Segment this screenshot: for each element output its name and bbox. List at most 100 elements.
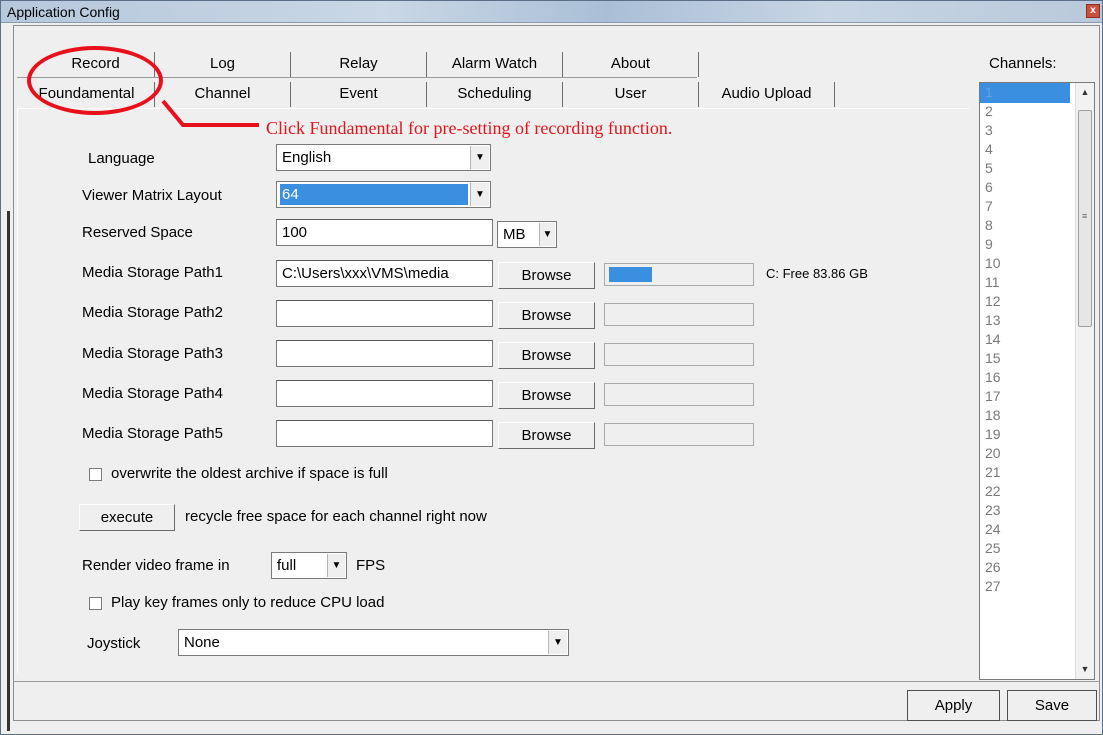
annotation-pointer <box>161 99 259 127</box>
channel-list-item[interactable]: 16 <box>980 367 1075 388</box>
tab-relay[interactable]: Relay <box>291 52 427 77</box>
keyframes-checkbox[interactable] <box>89 597 102 610</box>
chevron-down-icon[interactable]: ▼ <box>539 223 555 246</box>
reserved-space-unit-select[interactable]: MB ▼ <box>497 221 557 248</box>
storage-usage-bar-3 <box>604 343 754 366</box>
storage-path1-input[interactable]: C:\Users\xxx\VMS\media <box>276 260 493 287</box>
storage-path2-label: Media Storage Path2 <box>82 304 223 321</box>
tab-audio-upload[interactable]: Audio Upload <box>699 82 835 107</box>
channel-list-item[interactable]: 5 <box>980 158 1075 179</box>
channel-list: 1 2 3 4 5 6 7 8 9 10 11 12 13 14 15 16 17 18 19 20 21 22 23 24 2… <box>980 83 1075 597</box>
reserved-space-input[interactable]: 100 <box>276 219 493 246</box>
channel-list-item[interactable]: 11 <box>980 272 1075 293</box>
browse-button-2[interactable]: Browse <box>498 302 595 329</box>
window-title: Application Config <box>7 4 120 20</box>
browse-button-4[interactable]: Browse <box>498 382 595 409</box>
channel-list-item[interactable]: 8 <box>980 215 1075 236</box>
apply-button[interactable]: Apply <box>907 690 1000 721</box>
viewer-matrix-label: Viewer Matrix Layout <box>82 187 222 204</box>
annotation-text: Click Fundamental for pre-setting of rec… <box>266 118 673 138</box>
browse-button-1[interactable]: Browse <box>498 262 595 289</box>
browse-button-5[interactable]: Browse <box>498 422 595 449</box>
channel-list-item[interactable]: 3 <box>980 120 1075 141</box>
tab-user[interactable]: User <box>563 82 699 107</box>
close-icon[interactable]: x <box>1086 4 1100 18</box>
fps-suffix: FPS <box>356 557 386 574</box>
channel-list-item[interactable]: 20 <box>980 443 1075 464</box>
channel-list-item[interactable]: 22 <box>980 481 1075 502</box>
viewer-matrix-select[interactable]: 64 ▼ <box>276 181 491 208</box>
channel-list-item[interactable]: 14 <box>980 329 1075 350</box>
title-bar: Application Config x <box>1 1 1102 23</box>
chevron-down-icon[interactable]: ▼ <box>470 183 489 206</box>
channel-list-item[interactable]: 4 <box>980 139 1075 160</box>
app-window: Application Config x Record Log Relay Al… <box>0 0 1103 735</box>
viewer-matrix-value: 64 <box>280 184 468 205</box>
execute-description: recycle free space for each channel righ… <box>185 508 487 525</box>
chevron-down-icon[interactable]: ▼ <box>327 554 345 577</box>
joystick-label: Joystick <box>87 635 141 652</box>
channel-list-item[interactable]: 23 <box>980 500 1075 521</box>
storage-path4-input[interactable] <box>276 380 493 407</box>
storage-status-1: C: Free 83.86 GB <box>766 266 868 281</box>
scroll-thumb[interactable]: ≡ <box>1078 110 1092 327</box>
channel-list-item[interactable]: 10 <box>980 253 1075 274</box>
footer-separator <box>13 681 1100 682</box>
channels-scrollbar[interactable]: ▲ ≡ ▼ <box>1075 83 1094 679</box>
grip-icon: ≡ <box>1082 211 1088 221</box>
storage-usage-bar-1 <box>604 263 754 286</box>
channel-list-item[interactable]: 15 <box>980 348 1075 369</box>
left-edge-divider <box>7 211 10 731</box>
render-fps-value: full <box>277 557 297 574</box>
channels-listbox[interactable]: 1 2 3 4 5 6 7 8 9 10 11 12 13 14 15 16 17 18 19 20 21 22 23 24 2… <box>979 82 1095 680</box>
arrow-up-icon[interactable]: ▲ <box>1076 83 1094 102</box>
keyframes-label: Play key frames only to reduce CPU load <box>111 594 385 611</box>
overwrite-label: overwrite the oldest archive if space is… <box>111 465 388 482</box>
storage-usage-bar-2 <box>604 303 754 326</box>
storage-usage-fill-1 <box>609 267 652 282</box>
storage-path4-label: Media Storage Path4 <box>82 385 223 402</box>
tab-event[interactable]: Event <box>291 82 427 107</box>
tab-about[interactable]: About <box>563 52 699 77</box>
channel-list-item[interactable]: 9 <box>980 234 1075 255</box>
highlight-ellipse <box>27 46 163 115</box>
reserved-space-unit: MB <box>503 226 526 243</box>
storage-path5-input[interactable] <box>276 420 493 447</box>
language-select[interactable]: English ▼ <box>276 144 491 171</box>
channel-list-item[interactable]: 2 <box>980 101 1075 122</box>
channel-list-item[interactable]: 26 <box>980 557 1075 578</box>
language-value: English <box>282 149 332 166</box>
channel-list-item[interactable]: 13 <box>980 310 1075 331</box>
execute-button[interactable]: execute <box>79 504 175 531</box>
channel-list-item[interactable]: 18 <box>980 405 1075 426</box>
storage-path3-input[interactable] <box>276 340 493 367</box>
render-fps-select[interactable]: full ▼ <box>271 552 347 579</box>
channel-list-item[interactable]: 19 <box>980 424 1075 445</box>
channel-list-item[interactable]: 12 <box>980 291 1075 312</box>
save-button[interactable]: Save <box>1007 690 1097 721</box>
tab-log[interactable]: Log <box>155 52 291 77</box>
render-label: Render video frame in <box>82 557 230 574</box>
channel-list-item[interactable]: 24 <box>980 519 1075 540</box>
joystick-value: None <box>184 634 220 651</box>
language-label: Language <box>88 150 155 167</box>
storage-path2-input[interactable] <box>276 300 493 327</box>
channel-list-item[interactable]: 17 <box>980 386 1075 407</box>
browse-button-3[interactable]: Browse <box>498 342 595 369</box>
tab-alarm-watch[interactable]: Alarm Watch <box>427 52 563 77</box>
channel-list-item[interactable]: 6 <box>980 177 1075 198</box>
arrow-down-icon[interactable]: ▼ <box>1076 660 1094 679</box>
chevron-down-icon[interactable]: ▼ <box>470 146 489 169</box>
joystick-select[interactable]: None ▼ <box>178 629 569 656</box>
channel-list-item[interactable]: 1 <box>980 83 1070 103</box>
channel-list-item[interactable]: 27 <box>980 576 1075 597</box>
channel-list-item[interactable]: 21 <box>980 462 1075 483</box>
storage-path1-label: Media Storage Path1 <box>82 264 223 281</box>
tab-scheduling[interactable]: Scheduling <box>427 82 563 107</box>
chevron-down-icon[interactable]: ▼ <box>548 631 567 654</box>
channel-list-item[interactable]: 25 <box>980 538 1075 559</box>
overwrite-checkbox[interactable] <box>89 468 102 481</box>
channel-list-item[interactable]: 7 <box>980 196 1075 217</box>
reserved-space-label: Reserved Space <box>82 224 193 241</box>
storage-path5-label: Media Storage Path5 <box>82 425 223 442</box>
